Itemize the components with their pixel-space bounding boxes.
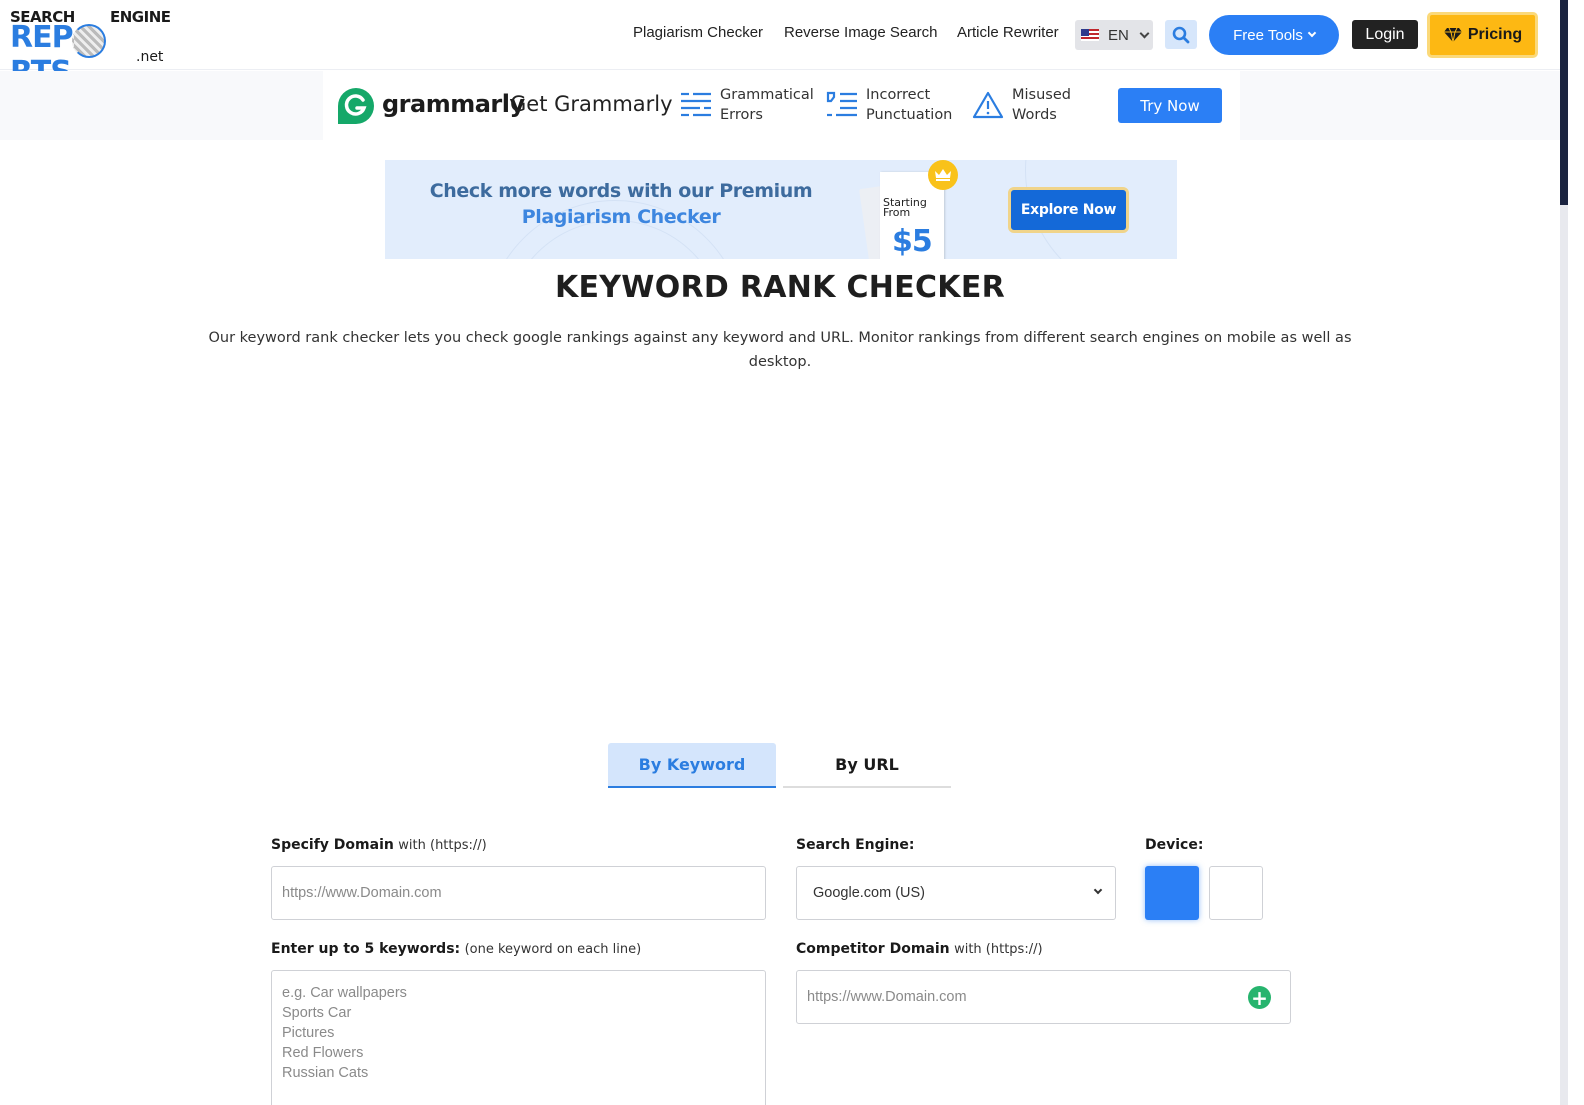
keywords-label: Enter up to 5 keywords: (one keyword on … bbox=[271, 941, 641, 957]
search-engine-label: Search Engine: bbox=[796, 837, 914, 853]
device-label-main: Device: bbox=[1145, 837, 1204, 853]
nav-link-plagiarism-checker[interactable]: Plagiarism Checker bbox=[633, 24, 763, 41]
free-tools-button[interactable]: Free Tools bbox=[1209, 15, 1339, 55]
diamond-icon bbox=[1443, 27, 1462, 43]
grammarly-ad-band: grammarly Get Grammarly Grammatical Error… bbox=[0, 71, 1560, 140]
logo-text-rep: REP bbox=[10, 20, 74, 55]
chevron-down-icon bbox=[1139, 28, 1150, 38]
device-desktop-button[interactable] bbox=[1145, 866, 1199, 920]
get-grammarly-text: Get Grammarly bbox=[510, 92, 673, 116]
feature-misused-words: Misused Words bbox=[972, 85, 1071, 125]
crown-icon bbox=[928, 160, 958, 190]
competitor-domain-input[interactable] bbox=[796, 970, 1291, 1024]
device-mobile-button[interactable] bbox=[1209, 866, 1263, 920]
search-button[interactable] bbox=[1165, 20, 1197, 49]
language-code: EN bbox=[1108, 26, 1129, 44]
language-selector[interactable]: EN bbox=[1075, 20, 1153, 50]
chevron-down-icon bbox=[1093, 885, 1103, 895]
domain-label: Specify Domain with (https://) bbox=[271, 837, 487, 853]
tab-by-keyword[interactable]: By Keyword bbox=[608, 743, 776, 788]
search-engine-label-main: Search Engine: bbox=[796, 837, 915, 853]
page-description: Our keyword rank checker lets you check … bbox=[208, 330, 1352, 370]
keywords-label-main: Enter up to 5 keywords: bbox=[271, 941, 461, 957]
search-icon bbox=[1172, 26, 1190, 43]
try-now-button[interactable]: Try Now bbox=[1118, 88, 1222, 123]
feature-line1: Grammatical bbox=[720, 87, 814, 103]
feature-line2: Words bbox=[1012, 107, 1057, 123]
us-flag-icon bbox=[1081, 29, 1099, 41]
login-button[interactable]: Login bbox=[1352, 20, 1418, 49]
feature-incorrect-punctuation: Incorrect Punctuation bbox=[826, 85, 952, 125]
plus-circle-icon[interactable]: + bbox=[1248, 986, 1271, 1009]
grammarly-wordmark: grammarly bbox=[382, 90, 525, 118]
feature-line2: Errors bbox=[720, 107, 763, 123]
scrollbar-rail[interactable] bbox=[1560, 205, 1568, 1105]
grammarly-ad[interactable]: grammarly Get Grammarly Grammatical Error… bbox=[323, 71, 1240, 140]
competitor-label-main: Competitor Domain bbox=[796, 941, 950, 957]
price-prefix-2: From bbox=[883, 206, 911, 219]
search-engine-select[interactable]: Google.com (US) bbox=[796, 866, 1116, 920]
feature-grammatical-errors: Grammatical Errors bbox=[680, 85, 814, 125]
domain-label-sub: with (https://) bbox=[398, 838, 487, 853]
competitor-label-sub: with (https://) bbox=[954, 942, 1043, 957]
premium-banner-text: Check more words with our Premium Plagia… bbox=[425, 178, 817, 230]
keywords-label-sub: (one keyword on each line) bbox=[464, 942, 642, 957]
pricing-label: Pricing bbox=[1467, 26, 1523, 43]
lines-icon bbox=[681, 92, 711, 117]
page-title: KEYWORD RANK CHECKER bbox=[554, 270, 1006, 305]
feature-line1: Incorrect bbox=[866, 87, 931, 103]
site-logo[interactable]: SEARCH ENGINE REPRTS .net bbox=[10, 8, 171, 90]
punctuation-list-icon bbox=[826, 91, 857, 117]
device-label: Device: bbox=[1145, 837, 1203, 853]
chevron-down-icon bbox=[1307, 28, 1317, 38]
premium-line1: Check more words with our Premium bbox=[429, 180, 813, 202]
site-header: SEARCH ENGINE REPRTS .net Plagiarism Che… bbox=[0, 0, 1560, 90]
logo-text-net: .net bbox=[136, 49, 164, 65]
keywords-textarea[interactable] bbox=[271, 970, 766, 1105]
scrollbar-thumb[interactable] bbox=[1560, 0, 1568, 205]
competitor-label: Competitor Domain with (https://) bbox=[796, 941, 1043, 957]
price-value: $5 bbox=[892, 224, 933, 259]
free-tools-label: Free Tools bbox=[1233, 26, 1303, 44]
nav-link-article-rewriter[interactable]: Article Rewriter bbox=[957, 24, 1059, 41]
price-prefix: Starting From bbox=[883, 197, 927, 219]
nav-link-reverse-image-search[interactable]: Reverse Image Search bbox=[784, 24, 937, 41]
premium-line2: Plagiarism Checker bbox=[521, 206, 721, 228]
pricing-button[interactable]: Pricing bbox=[1427, 12, 1538, 58]
premium-banner[interactable]: Check more words with our Premium Plagia… bbox=[385, 160, 1177, 259]
feature-line1: Misused bbox=[1012, 87, 1071, 103]
grammarly-logo-icon bbox=[338, 88, 374, 124]
tab-by-url[interactable]: By URL bbox=[783, 743, 951, 788]
globe-icon bbox=[72, 24, 106, 58]
domain-label-main: Specify Domain bbox=[271, 837, 394, 853]
domain-input[interactable] bbox=[271, 866, 766, 920]
explore-now-button[interactable]: Explore Now bbox=[1008, 187, 1129, 233]
warning-triangle-icon bbox=[972, 91, 1004, 119]
feature-line2: Punctuation bbox=[866, 107, 953, 123]
search-engine-selected: Google.com (US) bbox=[813, 885, 926, 901]
